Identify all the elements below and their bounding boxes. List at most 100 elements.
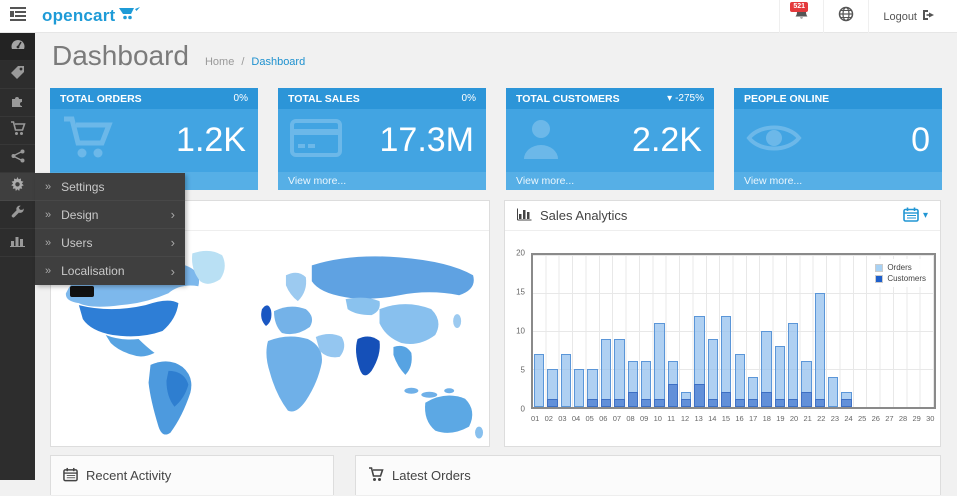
view-more-link[interactable]: View more... — [506, 172, 714, 190]
x-tick-label: 06 — [599, 414, 613, 423]
x-tick-label: 29 — [913, 414, 927, 423]
panel-title: Latest Orders — [392, 468, 471, 483]
chart-bar-customers — [748, 399, 758, 407]
tile-people-online: PEOPLE ONLINE 0 View more... — [734, 88, 942, 190]
x-tick-label: 11 — [667, 414, 681, 423]
chart-bar-orders — [654, 323, 664, 407]
speedometer-icon — [10, 37, 26, 56]
x-tick-label: 26 — [872, 414, 886, 423]
chart-bar-orders — [828, 377, 838, 407]
logout-button[interactable]: Logout — [868, 0, 949, 33]
chart-bar-customers — [601, 399, 611, 407]
y-tick-label: 5 — [521, 366, 525, 375]
x-tick-label: 02 — [545, 414, 559, 423]
chart-bar-customers — [815, 399, 825, 407]
chart-icon — [517, 208, 532, 224]
x-tick-label: 25 — [858, 414, 872, 423]
calendar-icon — [903, 207, 919, 225]
menu-item-users[interactable]: » Users › — [35, 229, 185, 257]
menu-item-localisation[interactable]: » Localisation › — [35, 257, 185, 285]
chart-bar-customers — [841, 399, 851, 407]
store-front-button[interactable] — [823, 0, 868, 33]
x-tick-label: 12 — [681, 414, 695, 423]
y-tick-label: 20 — [516, 249, 525, 258]
chart-bar-customers — [801, 392, 811, 407]
y-tick-label: 10 — [516, 327, 525, 336]
breadcrumb-separator: / — [241, 56, 244, 68]
menu-item-label: Localisation — [61, 264, 124, 278]
x-tick-label: 08 — [626, 414, 640, 423]
chart-bar-customers — [761, 392, 771, 407]
menu-item-design[interactable]: » Design › — [35, 201, 185, 229]
x-tick-label: 22 — [817, 414, 831, 423]
logout-label: Logout — [883, 11, 917, 23]
page-heading: Dashboard Home / Dashboard — [52, 40, 305, 72]
x-tick-label: 23 — [831, 414, 845, 423]
breadcrumb-home-link[interactable]: Home — [205, 56, 234, 68]
page-title: Dashboard — [52, 40, 189, 72]
recent-activity-panel: Recent Activity — [50, 455, 334, 495]
x-tick-label: 18 — [763, 414, 777, 423]
chart-bar-orders — [788, 323, 798, 407]
sidebar-item-sales[interactable] — [0, 117, 35, 145]
legend-item: Customers — [875, 274, 926, 283]
chart-bar-orders — [561, 354, 571, 407]
x-tick-label: 13 — [695, 414, 709, 423]
x-tick-label: 21 — [804, 414, 818, 423]
latest-orders-panel: Latest Orders — [355, 455, 941, 495]
tile-percent: 0% — [234, 93, 248, 104]
gear-icon — [10, 177, 25, 197]
breadcrumb: Home / Dashboard — [205, 56, 305, 68]
opencart-logo[interactable]: opencart — [42, 6, 141, 26]
tile-value: 0 — [911, 121, 930, 160]
sidebar-item-dashboard[interactable] — [0, 33, 35, 61]
notifications-button[interactable]: 521 — [779, 0, 823, 33]
date-range-button[interactable]: ▾ — [903, 207, 928, 225]
x-tick-label: 01 — [531, 414, 545, 423]
chart-bar-customers — [735, 399, 745, 407]
breadcrumb-current[interactable]: Dashboard — [251, 56, 305, 68]
x-tick-label: 07 — [613, 414, 627, 423]
chart-bar-customers — [775, 399, 785, 407]
tile-percent: 0% — [462, 93, 476, 104]
legend-swatch — [875, 275, 883, 283]
sidebar-item-reports[interactable] — [0, 229, 35, 257]
tile-title: PEOPLE ONLINE — [744, 93, 829, 105]
map-tooltip — [70, 286, 94, 297]
sales-analytics-panel: Sales Analytics ▾ 05101520 OrdersCustome… — [504, 200, 941, 447]
tile-value: 17.3M — [380, 121, 475, 160]
x-tick-label: 10 — [654, 414, 668, 423]
sidebar-item-extensions[interactable] — [0, 89, 35, 117]
caret-down-icon: ▾ — [667, 93, 672, 104]
legend-label: Orders — [887, 263, 911, 272]
menu-item-settings[interactable]: » Settings — [35, 173, 185, 201]
recent-activity-header: Recent Activity — [51, 456, 333, 496]
tile-title: TOTAL CUSTOMERS — [516, 93, 620, 105]
sales-analytics-header: Sales Analytics ▾ — [505, 201, 940, 231]
sidebar-item-tools[interactable] — [0, 201, 35, 229]
view-more-link[interactable]: View more... — [278, 172, 486, 190]
chevron-right-icon: › — [171, 235, 175, 250]
chart-bar-customers — [641, 399, 651, 407]
credit-card-icon — [290, 117, 342, 164]
x-tick-label: 04 — [572, 414, 586, 423]
notification-count-badge: 521 — [790, 2, 808, 12]
menu-item-label: Design — [61, 208, 98, 222]
view-more-link[interactable]: View more... — [734, 172, 942, 190]
x-tick-label: 09 — [640, 414, 654, 423]
menu-toggle-button[interactable] — [0, 0, 35, 33]
logo-text: opencart — [42, 6, 115, 26]
double-chevron-icon: » — [45, 237, 51, 249]
indent-menu-icon — [10, 7, 26, 26]
double-chevron-icon: » — [45, 209, 51, 221]
chart-bar-orders — [534, 354, 544, 407]
wrench-icon — [11, 205, 25, 224]
chart-bar-customers — [587, 399, 597, 407]
x-tick-label: 27 — [885, 414, 899, 423]
sidebar-item-catalog[interactable] — [0, 61, 35, 89]
globe-icon — [838, 6, 854, 27]
bar-chart-icon — [10, 234, 25, 252]
sidebar-item-system[interactable] — [0, 173, 35, 201]
menu-item-label: Settings — [61, 180, 104, 194]
sidebar-item-marketing[interactable] — [0, 145, 35, 173]
